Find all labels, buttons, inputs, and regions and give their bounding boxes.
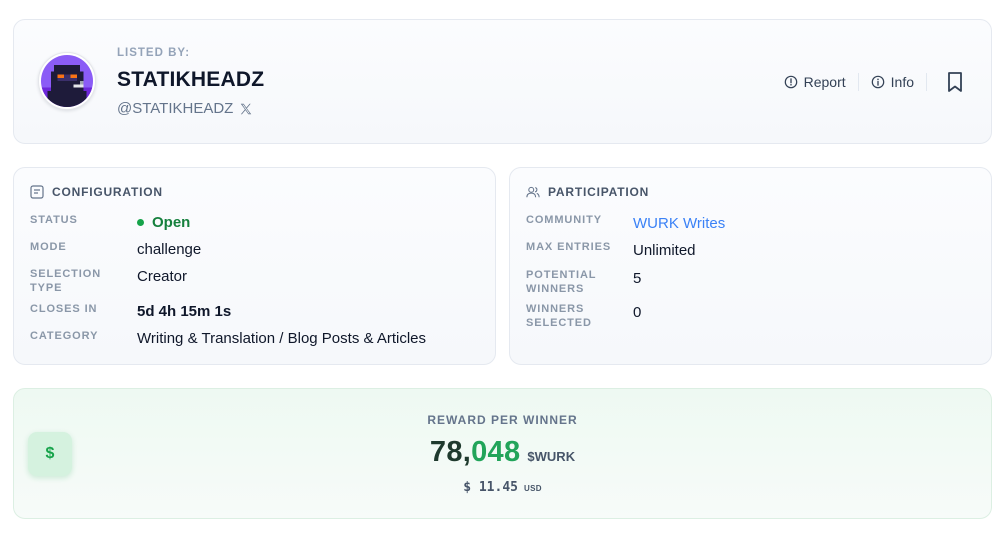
users-icon — [526, 186, 540, 198]
configuration-title-text: CONFIGURATION — [52, 185, 163, 199]
reward-card: $ REWARD PER WINNER 78,048 $WURK $ 11.45… — [13, 388, 992, 519]
reward-amount-row: 78,048 $WURK — [14, 436, 991, 469]
reward-amount-prefix: 78, — [429, 436, 472, 468]
lister-card: LISTED BY: STATIKHEADZ @STATIKHEADZ Repo… — [13, 19, 992, 144]
bookmark-icon — [948, 72, 962, 92]
mode-value: challenge — [137, 241, 202, 258]
reward-usd-unit: USD — [524, 484, 542, 493]
lister-handle[interactable]: @STATIKHEADZ — [117, 100, 233, 117]
category-value: Writing & Translation / Blog Posts & Art… — [137, 330, 427, 347]
participation-card: PARTICIPATION COMMUNITY WURK Writes MAX … — [509, 167, 992, 365]
status-dot-icon — [137, 219, 144, 226]
closes-in-label: CLOSES IN — [30, 303, 98, 315]
closes-in-value: 5d 4h 15m 1s — [137, 303, 232, 320]
configuration-card: CONFIGURATION STATUS Open MODE challenge… — [13, 167, 496, 365]
category-label: CATEGORY — [30, 330, 99, 342]
max-entries-value: Unlimited — [633, 242, 696, 259]
status-badge: Open — [137, 214, 190, 231]
listed-by-label: LISTED BY: — [117, 47, 191, 59]
selection-type-label: SELECTION TYPE — [30, 268, 102, 294]
lister-handle-row: @STATIKHEADZ — [117, 100, 253, 117]
info-label: Info — [890, 74, 914, 90]
avatar[interactable] — [38, 52, 96, 110]
max-entries-label: MAX ENTRIES — [526, 241, 612, 253]
reward-usd-row: $ 11.45 USD — [14, 480, 991, 495]
pixel-hooded-figure-avatar-icon — [41, 55, 93, 107]
selection-type-value: Creator — [137, 268, 188, 285]
status-value: Open — [152, 214, 191, 231]
report-button[interactable]: Report — [772, 70, 858, 94]
reward-label: REWARD PER WINNER — [427, 413, 578, 427]
community-label: COMMUNITY — [526, 214, 602, 226]
bookmark-button[interactable] — [927, 71, 969, 93]
community-link[interactable]: WURK Writes — [633, 215, 725, 232]
info-circle-icon — [871, 75, 884, 89]
winners-selected-value: 0 — [633, 304, 642, 321]
lister-name[interactable]: STATIKHEADZ — [117, 68, 264, 92]
report-label: Report — [803, 74, 846, 90]
alert-circle-icon — [784, 75, 797, 89]
mode-label: MODE — [30, 241, 67, 253]
header-actions: Report Info — [772, 70, 969, 94]
potential-winners-label: POTENTIAL WINNERS — [526, 269, 597, 295]
x-logo-icon[interactable] — [239, 102, 253, 116]
info-button[interactable]: Info — [859, 70, 926, 94]
settings-list-icon — [30, 185, 44, 199]
reward-amount-suffix: 048 — [471, 436, 521, 468]
reward-amount: 78,048 — [430, 436, 521, 469]
status-label: STATUS — [30, 214, 78, 226]
potential-winners-value: 5 — [633, 270, 642, 287]
participation-title: PARTICIPATION — [526, 185, 649, 199]
reward-usd-value: $ 11.45 — [463, 480, 518, 495]
configuration-title: CONFIGURATION — [30, 185, 163, 199]
participation-title-text: PARTICIPATION — [548, 185, 650, 199]
winners-selected-label: WINNERS SELECTED — [526, 303, 592, 329]
reward-token: $WURK — [527, 449, 576, 464]
